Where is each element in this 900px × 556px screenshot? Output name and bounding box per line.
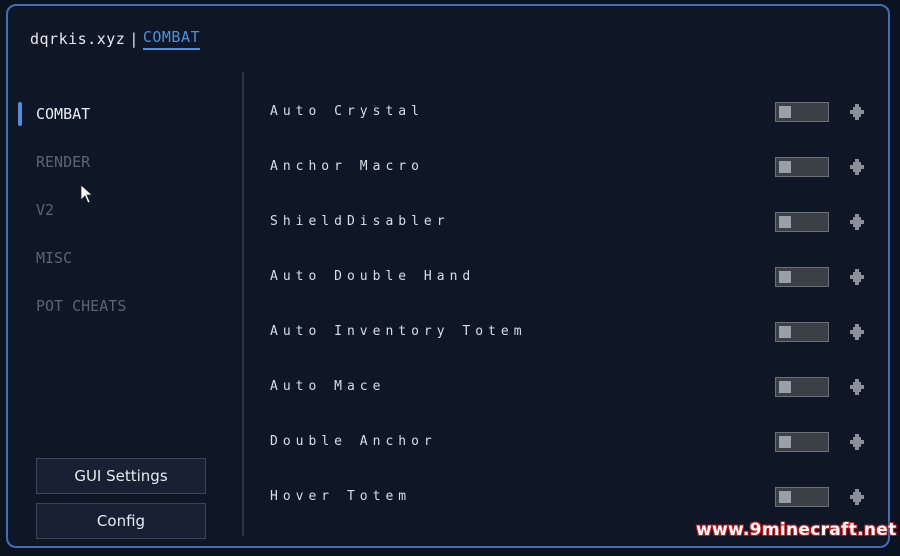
- module-name[interactable]: Auto Crystal: [270, 104, 424, 119]
- toggle-knob: [779, 161, 791, 173]
- sidebar-item-label: COMBAT: [36, 105, 91, 123]
- move-handle-icon[interactable]: [848, 157, 866, 177]
- sidebar-item-label: RENDER: [36, 153, 91, 171]
- toggle-knob: [779, 381, 791, 393]
- move-handle-icon[interactable]: [848, 487, 866, 507]
- module-row-hover-totem: Hover Totem: [270, 469, 870, 524]
- gui-settings-button[interactable]: GUI Settings: [36, 458, 206, 494]
- move-handle-icon[interactable]: [848, 322, 866, 342]
- active-indicator: [18, 102, 22, 126]
- module-name[interactable]: Double Anchor: [270, 434, 437, 449]
- module-name[interactable]: ShieldDisabler: [270, 214, 450, 229]
- toggle-knob: [779, 271, 791, 283]
- module-name[interactable]: Anchor Macro: [270, 159, 424, 174]
- module-toggle[interactable]: [775, 157, 829, 177]
- sidebar-item-label: MISC: [36, 249, 73, 267]
- window-header: dqrkis.xyz | COMBAT: [30, 26, 201, 52]
- module-list: Auto Crystal Anchor Macro ShieldDisabler…: [270, 84, 870, 524]
- module-toggle[interactable]: [775, 267, 829, 287]
- module-name[interactable]: Hover Totem: [270, 489, 411, 504]
- module-name[interactable]: Auto Inventory Totem: [270, 324, 527, 339]
- module-row-double-anchor: Double Anchor: [270, 414, 870, 469]
- module-toggle[interactable]: [775, 432, 829, 452]
- module-toggle[interactable]: [775, 487, 829, 507]
- move-handle-icon[interactable]: [848, 267, 866, 287]
- move-handle-icon[interactable]: [848, 432, 866, 452]
- move-handle-icon[interactable]: [848, 377, 866, 397]
- toggle-knob: [779, 326, 791, 338]
- module-toggle[interactable]: [775, 102, 829, 122]
- toggle-knob: [779, 216, 791, 228]
- toggle-knob: [779, 106, 791, 118]
- module-row-auto-crystal: Auto Crystal: [270, 84, 870, 139]
- mouse-cursor-icon: [80, 184, 94, 204]
- header-separator: |: [129, 30, 139, 48]
- toggle-knob: [779, 491, 791, 503]
- clickgui-window: dqrkis.xyz | COMBAT COMBAT RENDER V2 MIS…: [6, 4, 890, 548]
- sidebar-divider: [242, 72, 244, 536]
- header-active-category: COMBAT: [142, 28, 201, 50]
- toggle-knob: [779, 436, 791, 448]
- module-name[interactable]: Auto Mace: [270, 379, 385, 394]
- config-button[interactable]: Config: [36, 503, 206, 539]
- move-handle-icon[interactable]: [848, 102, 866, 122]
- category-sidebar: COMBAT RENDER V2 MISC POT CHEATS: [16, 90, 226, 330]
- module-row-anchor-macro: Anchor Macro: [270, 139, 870, 194]
- sidebar-item-render[interactable]: RENDER: [16, 138, 226, 186]
- module-name[interactable]: Auto Double Hand: [270, 269, 475, 284]
- sidebar-item-pot-cheats[interactable]: POT CHEATS: [16, 282, 226, 330]
- sidebar-item-label: V2: [36, 201, 55, 219]
- module-toggle[interactable]: [775, 377, 829, 397]
- app-name: dqrkis.xyz: [30, 30, 126, 48]
- sidebar-item-label: POT CHEATS: [36, 297, 127, 315]
- module-row-shield-disabler: ShieldDisabler: [270, 194, 870, 249]
- site-watermark: www.9minecraft.net: [696, 520, 897, 540]
- module-row-auto-mace: Auto Mace: [270, 359, 870, 414]
- move-handle-icon[interactable]: [848, 212, 866, 232]
- module-row-auto-double-hand: Auto Double Hand: [270, 249, 870, 304]
- sidebar-item-misc[interactable]: MISC: [16, 234, 226, 282]
- module-toggle[interactable]: [775, 212, 829, 232]
- module-toggle[interactable]: [775, 322, 829, 342]
- module-row-auto-inventory-totem: Auto Inventory Totem: [270, 304, 870, 359]
- sidebar-item-v2[interactable]: V2: [16, 186, 226, 234]
- sidebar-item-combat[interactable]: COMBAT: [16, 90, 226, 138]
